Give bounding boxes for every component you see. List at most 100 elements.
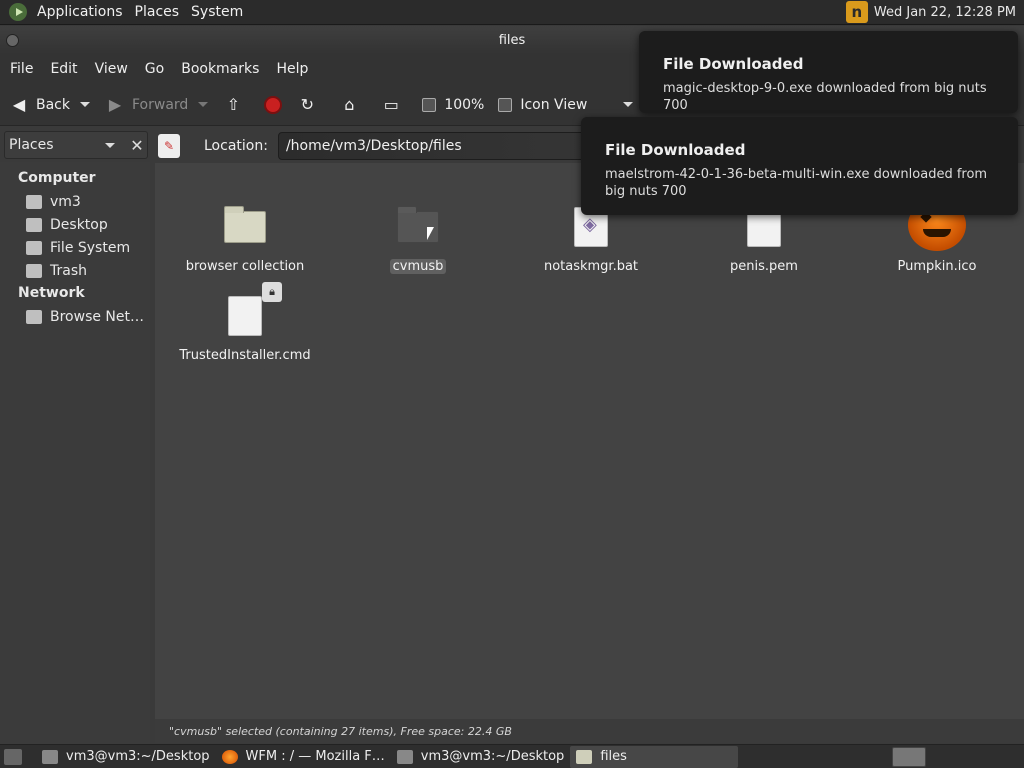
home-folder-icon: ⌂ xyxy=(344,95,355,114)
back-arrow-icon: ◀ xyxy=(12,95,26,114)
clock[interactable]: Wed Jan 22, 12:28 PM xyxy=(874,5,1016,20)
taskbar-item[interactable]: vm3@vm3:~/Desktop xyxy=(391,746,571,768)
folder-icon xyxy=(576,749,593,764)
stop-icon xyxy=(264,95,283,114)
sidebar-item-label: Trash xyxy=(50,262,87,279)
menu-view[interactable]: View xyxy=(89,61,134,77)
terminal-icon xyxy=(42,749,58,764)
folder-icon xyxy=(395,205,441,251)
menu-bookmarks[interactable]: Bookmarks xyxy=(175,61,265,77)
view-mode-dropdown-icon[interactable] xyxy=(623,102,634,107)
file-name: notaskmgr.bat xyxy=(543,259,639,274)
file-item[interactable]: notaskmgr.bat xyxy=(511,205,671,274)
file-name: TrustedInstaller.cmd xyxy=(179,348,311,363)
places-menu[interactable]: Places xyxy=(129,4,186,20)
network-icon xyxy=(26,309,42,324)
file-item-selected[interactable]: cvmusb xyxy=(338,205,498,274)
notification-body: maelstrom-42-0-1-36-beta-multi-win.exe d… xyxy=(605,167,988,199)
sidebar-heading-network: Network xyxy=(18,285,85,301)
notification-popup[interactable]: File Downloaded magic-desktop-9-0.exe do… xyxy=(639,31,1018,113)
menu-edit[interactable]: Edit xyxy=(44,61,83,77)
show-desktop-icon[interactable] xyxy=(4,748,22,765)
zoom-level: 100% xyxy=(444,96,485,113)
sidebar-item-browse-network[interactable]: Browse Net… xyxy=(0,305,150,328)
firefox-icon xyxy=(221,749,238,764)
location-label: Location: xyxy=(204,138,268,154)
terminal-icon xyxy=(396,749,413,764)
menu-help[interactable]: Help xyxy=(270,61,314,77)
taskbar-item-active[interactable]: files xyxy=(570,745,739,768)
lock-icon: 🔒︎ xyxy=(262,282,282,302)
menu-file[interactable]: File xyxy=(4,61,39,77)
sidebar-item-label: Desktop xyxy=(50,216,108,233)
applications-menu[interactable]: Applications xyxy=(31,4,129,20)
sidebar-item-desktop[interactable]: Desktop xyxy=(0,213,150,236)
reload-icon: ↻ xyxy=(300,95,315,114)
sidebar-item-label: File System xyxy=(50,239,131,256)
sidebar-item-label: vm3 xyxy=(50,193,81,210)
back-label: Back xyxy=(36,96,70,113)
notification-popup[interactable]: File Downloaded maelstrom-42-0-1-36-beta… xyxy=(581,117,1018,215)
taskbar: vm3@vm3:~/Desktop WFM : / — Mozilla F… v… xyxy=(0,744,1024,768)
window-menu-icon[interactable] xyxy=(6,34,19,47)
drive-icon xyxy=(26,240,42,255)
file-name: cvmusb xyxy=(389,259,447,274)
view-mode-select[interactable]: Icon View xyxy=(498,96,634,113)
sidebar-selector-dropdown-icon[interactable] xyxy=(105,143,115,148)
taskbar-item[interactable]: vm3@vm3:~/Desktop xyxy=(36,746,216,768)
forward-history-dropdown-icon[interactable] xyxy=(198,102,209,107)
forward-button[interactable]: ▶ Forward xyxy=(104,94,209,116)
menu-go[interactable]: Go xyxy=(139,61,170,77)
distro-logo-icon[interactable] xyxy=(9,3,27,21)
sidebar-item-trash[interactable]: Trash xyxy=(0,259,150,282)
taskbar-item-label: WFM : / — Mozilla F… xyxy=(245,749,385,764)
mouse-cursor-icon xyxy=(427,227,434,240)
file-item[interactable]: penis.pem xyxy=(684,205,844,274)
back-history-dropdown-icon[interactable] xyxy=(80,102,90,107)
notification-title: File Downloaded xyxy=(605,141,746,159)
back-button[interactable]: ◀ Back xyxy=(8,94,90,116)
computer-button[interactable]: ▭ xyxy=(380,94,408,116)
taskbar-item-label: vm3@vm3:~/Desktop xyxy=(420,749,565,764)
zoom-control[interactable]: 100% xyxy=(422,97,484,113)
sidebar-selector[interactable]: Places ✕ xyxy=(4,131,148,159)
document-file-icon: 🔒︎ xyxy=(222,282,282,340)
system-menu[interactable]: System xyxy=(185,4,249,20)
file-icon-view[interactable]: browser collection cvmusb notaskmgr.bat … xyxy=(155,163,1024,719)
folder-icon xyxy=(222,205,268,251)
view-mode-label: Icon View xyxy=(520,96,588,113)
forward-arrow-icon: ▶ xyxy=(108,95,122,114)
zoom-out-icon[interactable] xyxy=(422,97,437,112)
sidebar: Computer vm3 Desktop File System Trash N… xyxy=(0,162,150,744)
notification-app-icon[interactable]: n xyxy=(845,1,868,23)
desktop-folder-icon xyxy=(26,217,42,232)
file-item[interactable]: browser collection xyxy=(165,205,325,274)
close-sidebar-icon[interactable]: ✕ xyxy=(127,136,147,156)
up-arrow-icon: ⇧ xyxy=(226,95,241,114)
notification-title: File Downloaded xyxy=(663,55,804,73)
trash-icon xyxy=(26,263,42,278)
taskbar-item-label: vm3@vm3:~/Desktop xyxy=(66,749,210,764)
workspace-switcher[interactable] xyxy=(892,746,926,767)
sidebar-item-label: Browse Net… xyxy=(50,308,145,325)
notification-body: magic-desktop-9-0.exe downloaded from bi… xyxy=(663,81,987,113)
sidebar-item-file-system[interactable]: File System xyxy=(0,236,150,259)
taskbar-item[interactable]: WFM : / — Mozilla F… xyxy=(216,746,391,768)
computer-icon: ▭ xyxy=(383,95,399,114)
forward-label: Forward xyxy=(132,96,189,113)
status-bar: "cvmusb" selected (containing 27 items),… xyxy=(155,719,1024,743)
reload-button[interactable]: ↻ xyxy=(296,94,324,116)
home-folder-icon xyxy=(26,194,42,209)
zoom-in-icon[interactable] xyxy=(498,97,513,112)
clock-area: n Wed Jan 22, 12:28 PM xyxy=(845,1,1024,23)
top-panel: Applications Places System n Wed Jan 22,… xyxy=(0,0,1024,25)
taskbar-item-label: files xyxy=(600,749,627,764)
file-item[interactable]: 🔒︎ TrustedInstaller.cmd xyxy=(165,282,325,363)
up-button[interactable]: ⇧ xyxy=(222,94,250,116)
file-item[interactable]: Pumpkin.ico xyxy=(857,199,1017,274)
home-button[interactable]: ⌂ xyxy=(338,94,366,116)
location-toggle-icon[interactable]: ✎ xyxy=(158,134,180,158)
sidebar-item-vm3[interactable]: vm3 xyxy=(0,190,150,213)
window-title: files xyxy=(498,32,526,48)
stop-button[interactable] xyxy=(264,95,283,114)
